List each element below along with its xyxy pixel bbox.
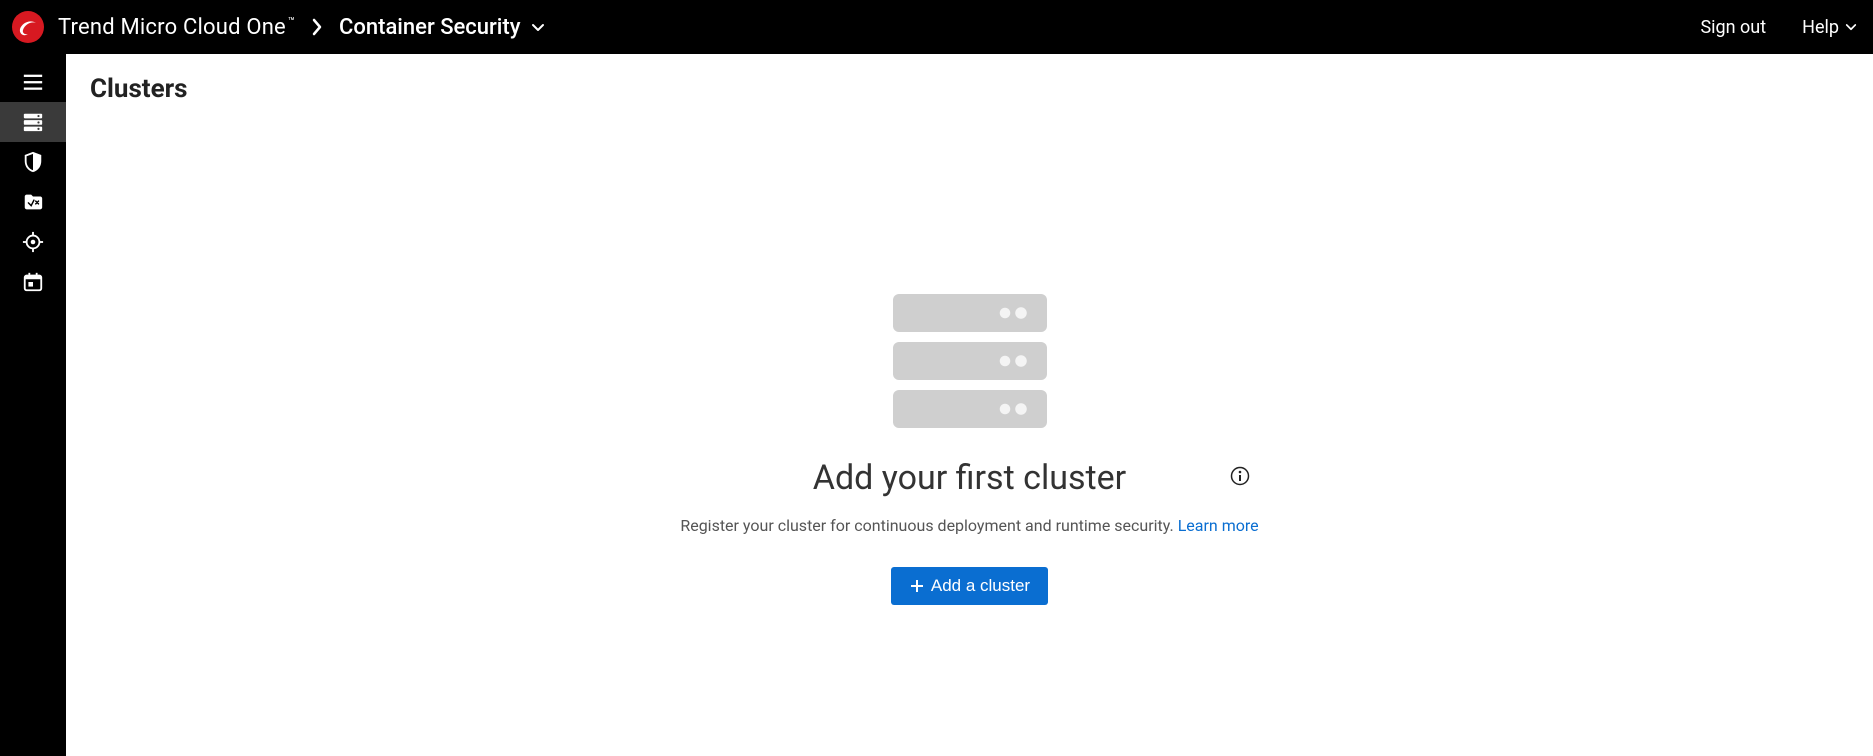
folder-check-icon: [22, 191, 44, 213]
info-icon[interactable]: [1230, 466, 1250, 490]
help-label: Help: [1802, 17, 1839, 38]
page-title: Clusters: [90, 74, 1849, 104]
empty-state-subtitle: Register your cluster for continuous dep…: [680, 516, 1258, 535]
empty-state-title: Add your first cluster: [813, 458, 1126, 498]
empty-subtitle-text: Register your cluster for continuous dep…: [680, 516, 1177, 535]
sidebar-item-target[interactable]: [0, 222, 66, 262]
sign-out-link[interactable]: Sign out: [1700, 17, 1766, 38]
sidebar: [0, 54, 66, 756]
trend-swirl-icon: [16, 15, 40, 39]
servers-icon: [22, 111, 44, 133]
sidebar-item-calendar[interactable]: [0, 262, 66, 302]
sidebar-item-clusters[interactable]: [0, 102, 66, 142]
top-bar: Trend Micro Cloud One™ Container Securit…: [0, 0, 1873, 54]
calendar-icon: [22, 271, 44, 293]
product-name: Container Security: [339, 15, 520, 40]
sidebar-item-policies[interactable]: [0, 182, 66, 222]
add-cluster-label: Add a cluster: [931, 576, 1030, 596]
help-dropdown[interactable]: Help: [1802, 17, 1857, 38]
main-content: Clusters Add your first cluster Reg: [66, 54, 1873, 756]
hamburger-icon: [22, 71, 44, 93]
crosshair-icon: [22, 231, 44, 253]
server-row-illus: [893, 342, 1047, 380]
brand-logo: [12, 11, 44, 43]
shield-icon: [22, 151, 44, 173]
chevron-down-icon: [1845, 23, 1857, 32]
server-illustration: [893, 294, 1047, 428]
server-row-illus: [893, 294, 1047, 332]
add-cluster-button[interactable]: Add a cluster: [891, 567, 1048, 605]
sidebar-menu-toggle[interactable]: [0, 62, 66, 102]
sidebar-item-shield[interactable]: [0, 142, 66, 182]
empty-state: Add your first cluster Register your clu…: [90, 294, 1849, 605]
brand-name: Trend Micro Cloud One™: [58, 15, 295, 40]
chevron-down-icon: [531, 18, 545, 37]
product-dropdown[interactable]: Container Security: [339, 15, 544, 40]
learn-more-link[interactable]: Learn more: [1178, 516, 1259, 535]
chevron-right-icon: [311, 18, 323, 36]
plus-icon: [909, 578, 925, 594]
server-row-illus: [893, 390, 1047, 428]
